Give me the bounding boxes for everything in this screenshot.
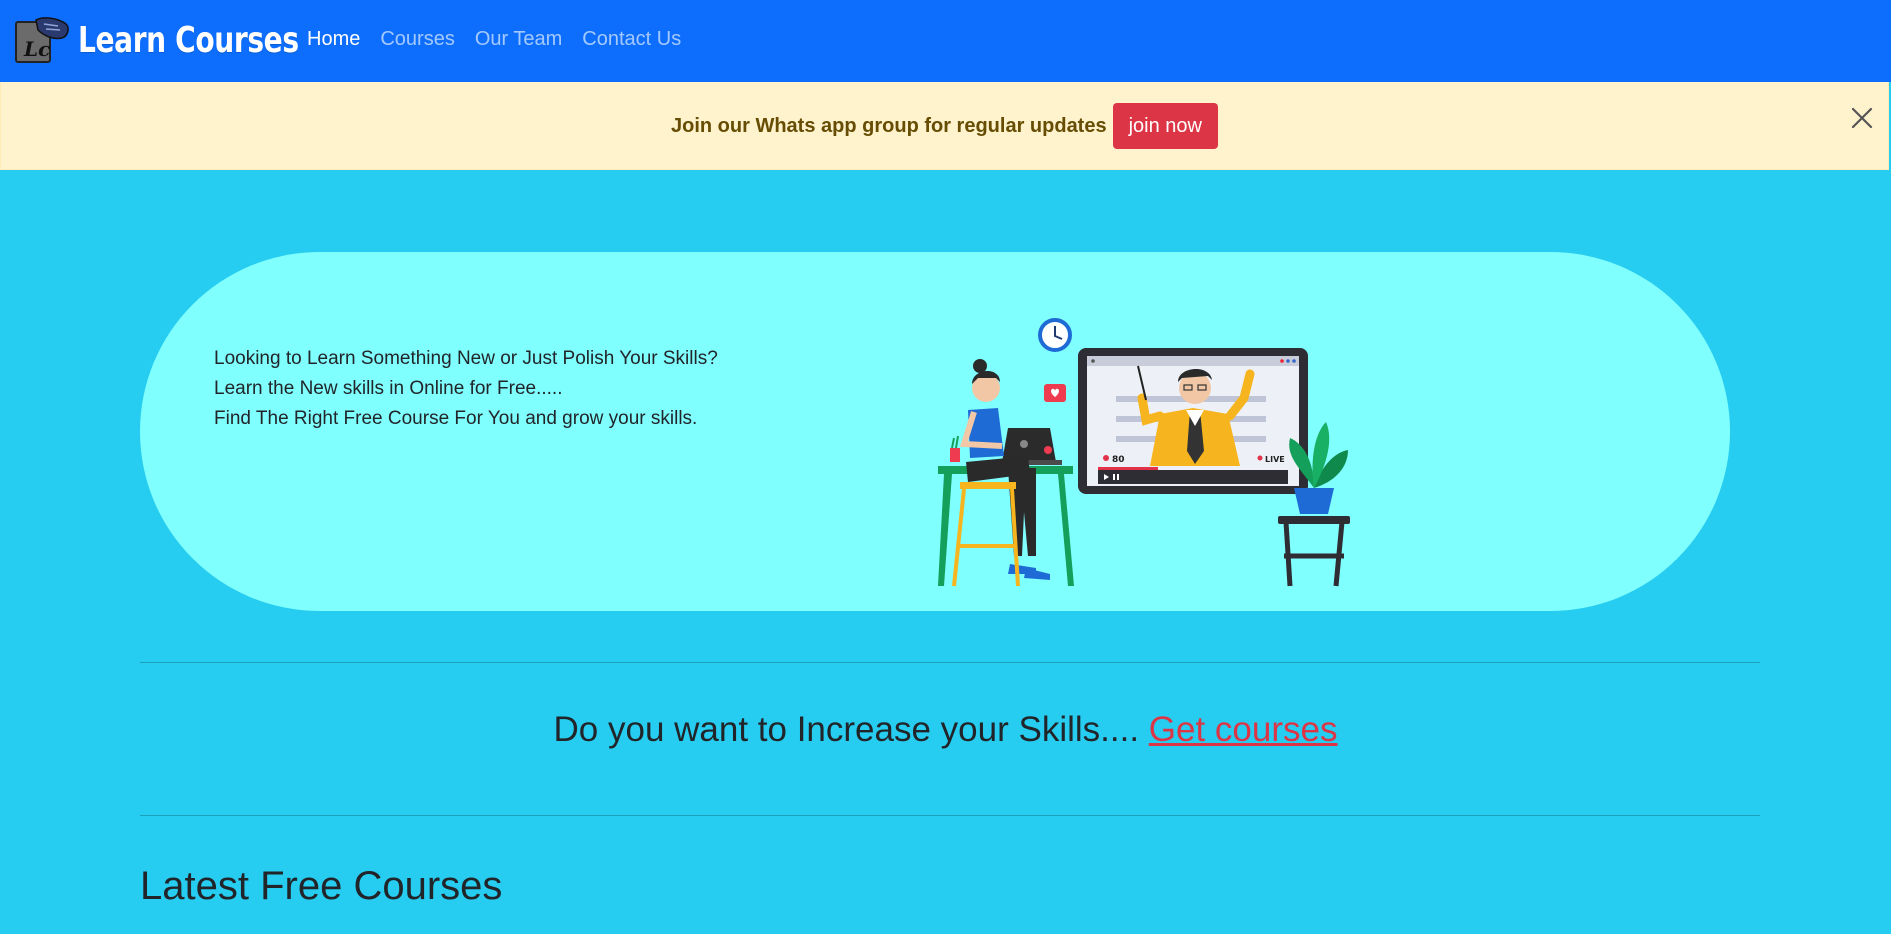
cta-heading: Do you want to Increase your Skills.... … [0, 710, 1891, 750]
whatsapp-alert: Join our Whats app group for regular upd… [0, 82, 1889, 170]
hero-line: Learn the New skills in Online for Free.… [214, 378, 563, 399]
online-learning-illustration: 80 LIVE [938, 318, 1350, 587]
svg-text:LIVE: LIVE [1265, 455, 1285, 464]
divider [140, 662, 1760, 663]
brand-name: Learn Courses [78, 19, 299, 61]
nav-link-our-team[interactable]: Our Team [475, 28, 562, 51]
svg-text:Lc: Lc [23, 37, 50, 61]
navbar: Lc Learn Courses Home Courses Our Team C… [0, 0, 1891, 82]
hero-text: Looking to Learn Something New or Just P… [214, 344, 718, 434]
cta-text: Do you want to Increase your Skills.... [553, 710, 1149, 749]
brand-logo-icon: Lc [15, 17, 69, 63]
alert-text: Join our Whats app group for regular upd… [671, 114, 1107, 137]
nav-link-home[interactable]: Home [307, 28, 360, 51]
divider [140, 815, 1760, 816]
hero-line: Looking to Learn Something New or Just P… [214, 348, 718, 369]
section-title: Latest Free Courses [140, 864, 503, 908]
nav-link-contact-us[interactable]: Contact Us [582, 28, 681, 51]
svg-text:80: 80 [1112, 455, 1125, 465]
close-icon[interactable] [1848, 104, 1876, 132]
nav-links: Home Courses Our Team Contact Us [307, 28, 701, 51]
get-courses-link[interactable]: Get courses [1149, 710, 1338, 749]
join-now-button[interactable]: join now [1112, 103, 1218, 149]
hero-banner: Looking to Learn Something New or Just P… [140, 252, 1730, 611]
hero-line: Find The Right Free Course For You and g… [214, 408, 698, 429]
nav-link-courses[interactable]: Courses [380, 28, 454, 51]
